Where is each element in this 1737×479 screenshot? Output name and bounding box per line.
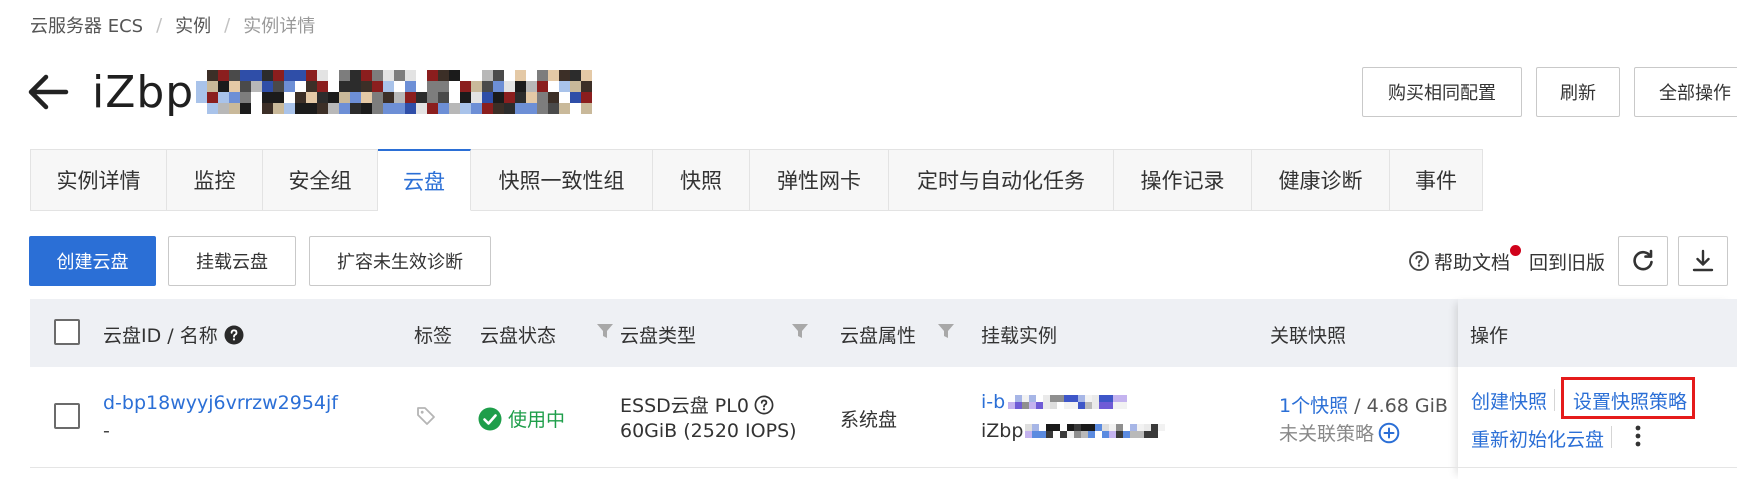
refresh-page-button[interactable]: 刷新 (1536, 67, 1620, 117)
check-circle-icon (478, 407, 502, 431)
disk-type-label: ESSD云盘 PL0 (620, 395, 749, 417)
all-actions-button[interactable]: 全部操作 (1634, 67, 1737, 117)
header-operations: 操作 (1458, 299, 1737, 367)
disk-name: - (103, 420, 110, 442)
highlight-annotation-box (1561, 377, 1695, 419)
disk-status: 使用中 (478, 405, 565, 432)
breadcrumb-current: 实例详情 (243, 16, 316, 37)
header-snapshots: 关联快照 (1270, 325, 1347, 347)
policy-status-label: 未关联策略 (1279, 423, 1375, 445)
help-circle-icon (1408, 250, 1430, 272)
header-disk-status: 云盘状态 (480, 325, 557, 347)
filter-icon[interactable] (791, 323, 809, 339)
help-circle-icon[interactable] (224, 325, 244, 345)
attached-instance-name: iZbp (981, 420, 1166, 442)
tab-security-group[interactable]: 安全组 (263, 149, 378, 211)
help-doc-link[interactable]: 帮助文档 (1408, 245, 1521, 274)
download-icon (1690, 248, 1716, 274)
breadcrumb-instances[interactable]: 实例 (175, 12, 211, 38)
filter-icon[interactable] (937, 323, 955, 339)
page-title-text: iZbp (92, 66, 195, 118)
disk-attribute: 系统盘 (840, 409, 898, 431)
tab-monitoring[interactable]: 监控 (167, 149, 263, 211)
breadcrumb: 云服务器 ECS / 实例 / 实例详情 (30, 12, 315, 38)
header-attached-instance: 挂载实例 (981, 325, 1058, 347)
divider (1554, 389, 1555, 411)
tag-icon[interactable] (415, 405, 437, 432)
snapshot-count-link[interactable]: 1个快照 (1279, 395, 1348, 417)
disk-id-link[interactable]: d-bp18wyyj6vrrzw2954jf (103, 392, 338, 414)
disk-status-label: 使用中 (508, 409, 566, 431)
expand-diagnose-button[interactable]: 扩容未生效诊断 (309, 236, 491, 286)
header-tags: 标签 (414, 325, 453, 347)
masked-instance-name (196, 70, 593, 114)
filter-icon[interactable] (596, 323, 614, 339)
reinit-disk-link[interactable]: 重新初始化云盘 (1471, 425, 1604, 452)
tab-snapshot-consistency-group[interactable]: 快照一致性组 (471, 149, 653, 211)
tab-instance-details[interactable]: 实例详情 (30, 149, 167, 211)
masked-instance-name-row (1025, 424, 1166, 438)
tab-disks[interactable]: 云盘 (378, 149, 471, 211)
back-arrow-icon[interactable] (26, 68, 70, 116)
row-divider (30, 467, 1737, 468)
back-to-old-version-link[interactable]: 回到旧版 (1529, 248, 1605, 274)
select-all-checkbox[interactable] (54, 319, 80, 345)
breadcrumb-separator: / (156, 14, 163, 36)
masked-instance-id (1008, 395, 1128, 409)
help-circle-icon[interactable] (754, 395, 774, 415)
tab-scheduled-tasks[interactable]: 定时与自动化任务 (889, 149, 1114, 211)
more-vertical-icon[interactable] (1632, 423, 1644, 454)
header-operations-label: 操作 (1470, 325, 1509, 347)
tab-bar: 实例详情 监控 安全组 云盘 快照一致性组 快照 弹性网卡 定时与自动化任务 操… (30, 149, 1483, 211)
header-disk-id: 云盘ID / 名称 (103, 321, 244, 348)
breadcrumb-separator: / (224, 14, 231, 36)
tab-operation-logs[interactable]: 操作记录 (1114, 149, 1252, 211)
download-button[interactable] (1678, 236, 1728, 286)
tab-snapshots[interactable]: 快照 (653, 149, 750, 211)
snapshot-size: / 4.68 GiB (1348, 395, 1448, 417)
refresh-icon (1630, 248, 1656, 274)
header-disk-type: 云盘类型 (620, 325, 697, 347)
policy-status: 未关联策略 (1279, 419, 1400, 446)
tab-health-diagnosis[interactable]: 健康诊断 (1252, 149, 1390, 211)
attached-instance-id-link[interactable]: i-b (981, 391, 1128, 413)
buy-same-config-button[interactable]: 购买相同配置 (1362, 67, 1522, 117)
row-checkbox[interactable] (54, 403, 80, 429)
instance-name-prefix: iZbp (981, 420, 1024, 442)
header-disk-id-label: 云盘ID / 名称 (103, 325, 218, 347)
refresh-button[interactable] (1618, 236, 1668, 286)
divider (1611, 426, 1612, 448)
disk-type: ESSD云盘 PL0 (620, 391, 774, 418)
disk-capacity: 60GiB (2520 IOPS) (620, 420, 797, 442)
header-disk-attr: 云盘属性 (840, 325, 917, 347)
snapshot-summary: 1个快照 / 4.68 GiB (1279, 391, 1448, 418)
attach-disk-button[interactable]: 挂载云盘 (168, 236, 296, 286)
create-disk-button[interactable]: 创建云盘 (29, 236, 156, 286)
help-doc-label: 帮助文档 (1434, 251, 1511, 274)
plus-circle-icon[interactable] (1378, 422, 1400, 444)
instance-id-prefix: i-b (981, 391, 1006, 413)
breadcrumb-ecs[interactable]: 云服务器 ECS (30, 12, 143, 38)
tab-events[interactable]: 事件 (1390, 149, 1483, 211)
tab-eni[interactable]: 弹性网卡 (750, 149, 889, 211)
notification-dot (1510, 245, 1521, 256)
create-snapshot-link[interactable]: 创建快照 (1471, 387, 1547, 414)
page-title: iZbp (92, 62, 593, 122)
